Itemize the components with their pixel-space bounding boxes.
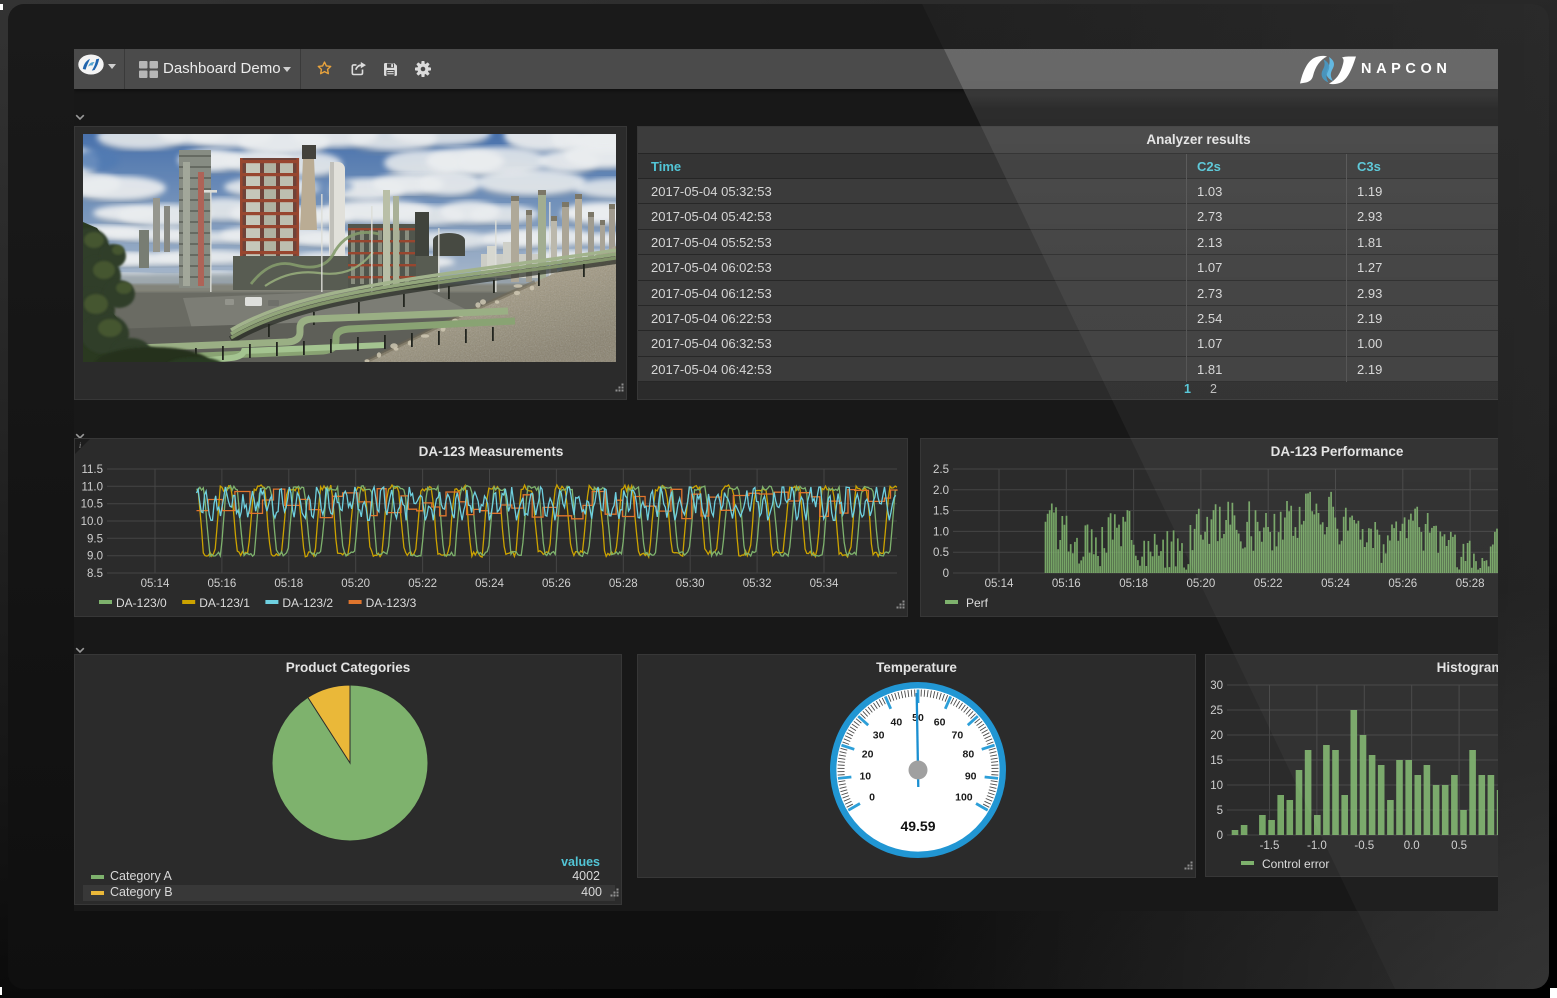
svg-text:05:28: 05:28 — [609, 578, 638, 590]
svg-text:30: 30 — [1210, 680, 1223, 692]
svg-text:11.5: 11.5 — [81, 464, 103, 476]
svg-text:05:16: 05:16 — [1052, 578, 1081, 590]
svg-text:8.5: 8.5 — [87, 568, 103, 580]
svg-text:0.0: 0.0 — [1404, 840, 1420, 852]
svg-text:30: 30 — [873, 730, 885, 742]
svg-text:40: 40 — [891, 717, 903, 729]
svg-text:DA-123/3: DA-123/3 — [366, 596, 417, 610]
svg-text:5: 5 — [1217, 805, 1223, 817]
svg-text:05:16: 05:16 — [208, 578, 237, 590]
svg-text:Control error: Control error — [1262, 857, 1329, 871]
svg-text:DA-123/2: DA-123/2 — [282, 596, 333, 610]
svg-text:05:26: 05:26 — [1388, 578, 1417, 590]
svg-text:05:34: 05:34 — [810, 578, 839, 590]
svg-text:05:32: 05:32 — [743, 578, 772, 590]
svg-text:25: 25 — [1210, 705, 1223, 717]
svg-text:11.0: 11.0 — [81, 481, 103, 493]
svg-text:DA-123/0: DA-123/0 — [116, 596, 167, 610]
svg-text:05:22: 05:22 — [408, 578, 437, 590]
svg-text:05:22: 05:22 — [1254, 578, 1283, 590]
svg-text:15: 15 — [1210, 755, 1223, 767]
svg-text:DA-123/1: DA-123/1 — [199, 596, 250, 610]
svg-text:2.5: 2.5 — [933, 464, 949, 476]
svg-text:90: 90 — [965, 771, 977, 783]
svg-text:05:18: 05:18 — [274, 578, 303, 590]
svg-text:05:20: 05:20 — [1187, 578, 1216, 590]
svg-text:-1.0: -1.0 — [1307, 840, 1327, 852]
svg-text:Perf: Perf — [966, 596, 989, 610]
svg-text:70: 70 — [952, 730, 964, 742]
svg-text:60: 60 — [934, 717, 946, 729]
svg-text:-0.5: -0.5 — [1354, 840, 1374, 852]
svg-text:05:28: 05:28 — [1456, 578, 1485, 590]
svg-text:1.0: 1.0 — [933, 526, 949, 538]
svg-text:0: 0 — [943, 568, 949, 580]
svg-text:05:24: 05:24 — [1321, 578, 1350, 590]
svg-text:0: 0 — [1217, 830, 1223, 842]
svg-text:80: 80 — [963, 749, 975, 761]
svg-text:10.5: 10.5 — [81, 499, 103, 511]
svg-text:1.5: 1.5 — [933, 506, 949, 518]
svg-text:05:18: 05:18 — [1119, 578, 1148, 590]
svg-text:9.0: 9.0 — [87, 551, 103, 563]
svg-text:0.5: 0.5 — [933, 547, 949, 559]
svg-text:20: 20 — [862, 749, 874, 761]
svg-text:05:20: 05:20 — [341, 578, 370, 590]
svg-text:20: 20 — [1210, 730, 1223, 742]
svg-text:0: 0 — [869, 792, 875, 804]
svg-text:10.0: 10.0 — [81, 516, 103, 528]
svg-text:0.5: 0.5 — [1451, 840, 1467, 852]
svg-text:05:24: 05:24 — [475, 578, 504, 590]
svg-text:05:26: 05:26 — [542, 578, 571, 590]
svg-text:05:14: 05:14 — [141, 578, 170, 590]
svg-text:10: 10 — [859, 771, 871, 783]
svg-text:10: 10 — [1210, 780, 1223, 792]
svg-text:49.59: 49.59 — [900, 818, 935, 834]
svg-text:-1.5: -1.5 — [1260, 840, 1280, 852]
svg-text:05:14: 05:14 — [985, 578, 1014, 590]
svg-text:05:30: 05:30 — [676, 578, 705, 590]
svg-text:2.0: 2.0 — [933, 485, 949, 497]
svg-text:100: 100 — [955, 792, 973, 804]
svg-text:9.5: 9.5 — [87, 533, 103, 545]
